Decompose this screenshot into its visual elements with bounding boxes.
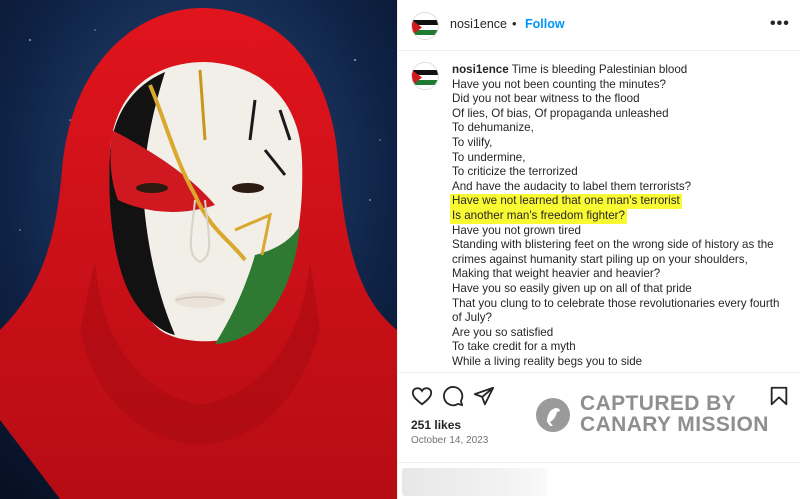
caption-line: Standing with blistering feet on the wro… [452, 238, 774, 252]
caption-line: Have you so easily given up on all of th… [452, 281, 692, 295]
comment-bar [398, 462, 800, 499]
caption-line: To take credit for a myth [452, 340, 576, 354]
separator-dot: • [512, 16, 517, 31]
post-panel: nosi1ence • Follow ••• nosi1ence Time is … [397, 0, 800, 499]
caption-line: of July? [452, 311, 492, 325]
comment-icon[interactable] [442, 385, 464, 407]
avatar-flag-icon [412, 63, 438, 89]
portrait-illustration [0, 0, 397, 499]
user-avatar[interactable] [411, 12, 439, 40]
caption-line: And have the audacity to label them terr… [452, 179, 692, 193]
watermark-line-2: CANARY MISSION [580, 413, 769, 436]
caption-line: To undermine, [452, 150, 526, 164]
avatar-flag-icon [412, 13, 438, 39]
caption-line: Making that weight heavier and heavier? [452, 267, 661, 281]
highlight-mark: Is another man's freedom fighter? [450, 208, 627, 224]
caption-line: Have you not grown tired [452, 223, 581, 237]
highlighted-line: Is another man's freedom fighter? [450, 208, 792, 224]
caption-line: Have you not been counting the minutes? [452, 77, 666, 91]
caption-line: To criticize the terrorized [452, 165, 578, 179]
post-caption: nosi1ence Time is bleeding Palestinian bl… [450, 63, 792, 369]
likes-count[interactable]: 251 likes [411, 418, 461, 432]
highlight-mark: Have we not learned that one man's terro… [450, 194, 682, 209]
post-image[interactable] [0, 0, 397, 499]
header-username[interactable]: nosi1ence [450, 17, 507, 31]
heart-icon[interactable] [411, 385, 433, 407]
caption-line: That you clung to to celebrate those rev… [452, 296, 780, 310]
caption-line: Did you not bear witness to the flood [452, 92, 640, 106]
watermark-text: CAPTURED BY CANARY MISSION [580, 393, 769, 435]
caption-line: To vilify, [452, 135, 493, 149]
follow-button[interactable]: Follow [525, 17, 565, 31]
highlighted-line: Have we not learned that one man's terro… [450, 194, 792, 209]
watermark-line-1: CAPTURED BY [580, 392, 737, 415]
caption-line: Of lies, Of bias, Of propaganda unleashe… [452, 106, 669, 120]
caption-line: Are you so satisfied [452, 325, 554, 339]
caption-line: While a living reality begs you to side [452, 354, 643, 368]
bird-icon [547, 408, 560, 426]
caption-avatar[interactable] [411, 62, 439, 90]
caption-text: Time is bleeding Palestinian blood [511, 63, 688, 76]
caption-line: To dehumanize, [452, 121, 534, 135]
bird-logo [536, 398, 570, 432]
caption-line: crimes against humanity start piling up … [452, 252, 748, 266]
more-dots-icon[interactable]: ••• [770, 15, 790, 33]
add-comment-input[interactable] [402, 468, 547, 496]
caption-first-line: nosi1ence Time is bleeding Palestinian bl… [452, 63, 792, 78]
caption-username[interactable]: nosi1ence [452, 63, 509, 76]
canary-mission-watermark: CAPTURED BY CANARY MISSION [536, 393, 796, 437]
post-header: nosi1ence • Follow ••• [398, 0, 800, 51]
send-icon[interactable] [473, 385, 495, 407]
post-date[interactable]: October 14, 2023 [411, 435, 488, 446]
